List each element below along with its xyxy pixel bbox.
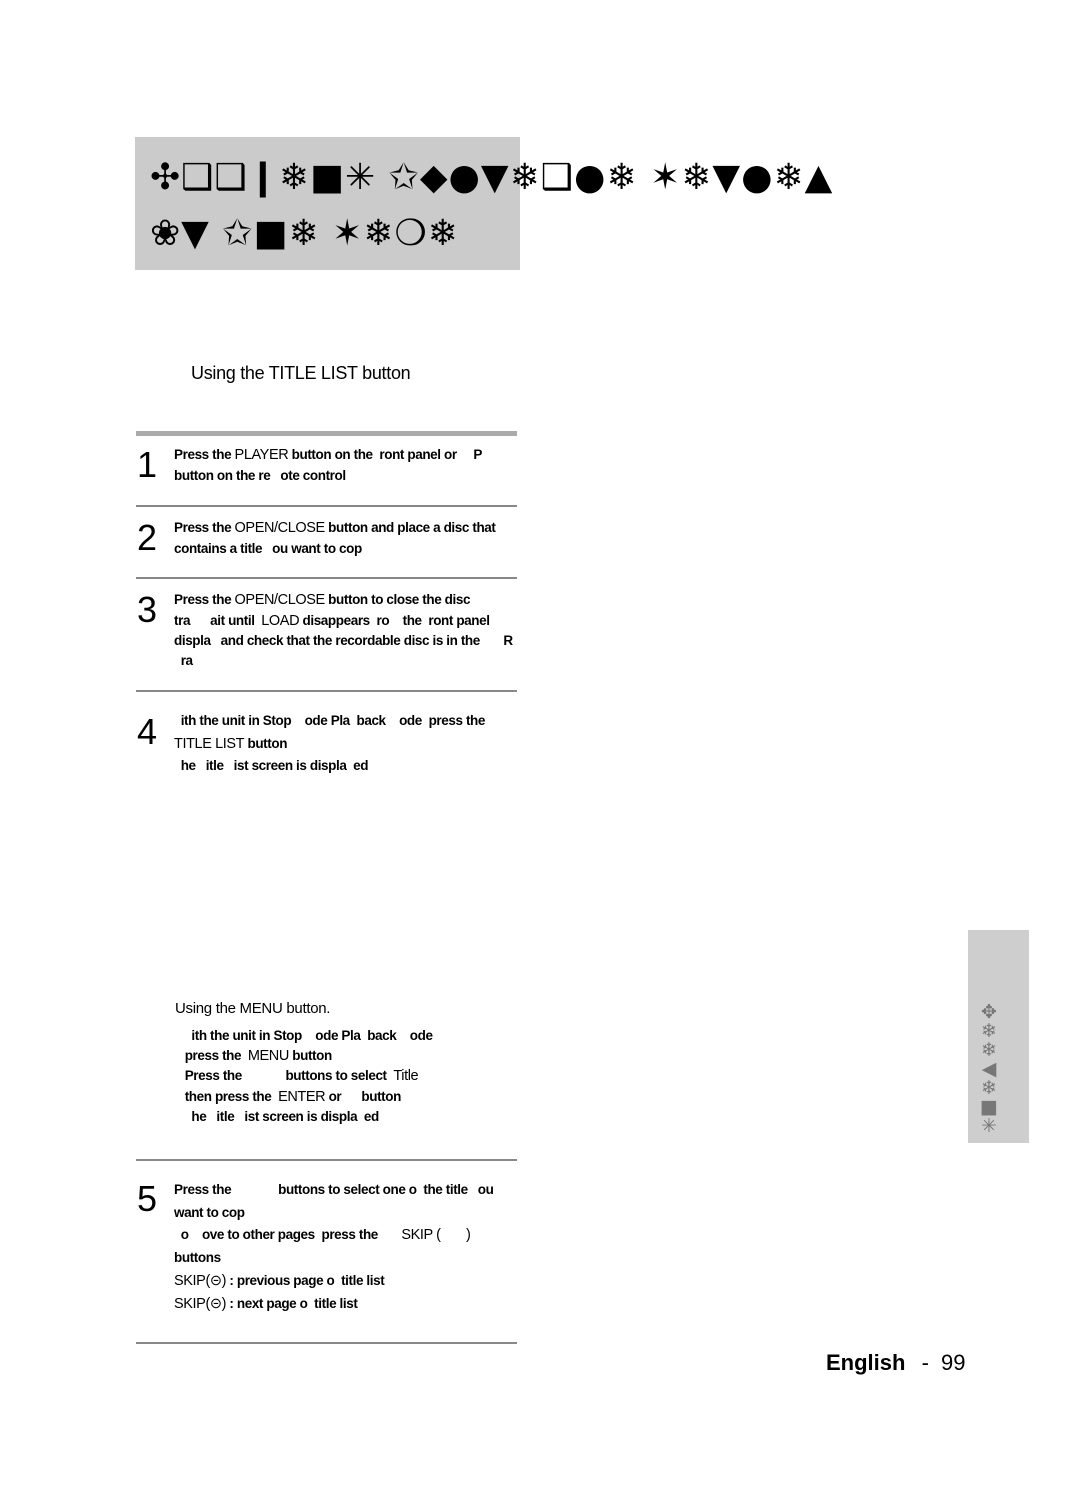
text-segment: disappears ro the ront panel xyxy=(299,612,491,628)
text-segment: button on the ront panel or P xyxy=(288,447,483,462)
button-name: Title xyxy=(393,1068,419,1084)
step-2-text: Press the OPEN/CLOSE button and place a … xyxy=(174,518,496,558)
text-line: want to cop xyxy=(174,1202,494,1225)
text-line: TITLE LIST button xyxy=(174,733,485,756)
text-segment: displa and check that the recordable dis… xyxy=(174,633,513,648)
text-segment: Press the xyxy=(174,520,235,535)
step-number: 5 xyxy=(137,1178,158,1219)
text-segment: want to cop xyxy=(174,1204,245,1220)
text-segment: buttons xyxy=(174,1250,221,1266)
text-segment: tra ait until xyxy=(174,612,262,628)
button-name: OPEN/CLOSE xyxy=(234,592,326,608)
step-number: 2 xyxy=(137,517,158,558)
text-line: ra xyxy=(174,651,513,671)
button-name: MENU xyxy=(247,1047,289,1064)
step-number: 3 xyxy=(137,589,158,630)
step-4-text: ith the unit in Stop ode Pla back ode pr… xyxy=(174,710,485,778)
text-segment: Press the xyxy=(174,592,235,607)
text-line: Press the PLAYER button on the ront pane… xyxy=(174,445,482,466)
text-segment: ra xyxy=(174,652,193,668)
step-number: 1 xyxy=(137,444,158,485)
text-segment: button to close the disc xyxy=(324,592,471,607)
footer-language: English xyxy=(826,1350,906,1375)
button-name: ENTER xyxy=(278,1088,326,1105)
manual-page: ✣❑❑❙❄■✳ ✩◆●▼❄❑●❄ ✶❄▼●❄▲ ❀▼ ✩■❄ ✶❄❍❄ Usin… xyxy=(0,0,1080,1487)
text-segment: button xyxy=(288,1047,332,1063)
text-line: he itle ist screen is displa ed xyxy=(178,1107,433,1127)
text-line: SKIP(⊝) : next page o title list xyxy=(174,1293,494,1316)
text-line: ith the unit in Stop ode Pla back ode pr… xyxy=(174,710,486,733)
text-line: then press the ENTER or button xyxy=(178,1087,433,1108)
text-segment: contains a title ou want to cop xyxy=(174,540,362,556)
divider xyxy=(136,1159,517,1161)
text-line: tra ait until LOAD disappears ro the ron… xyxy=(174,611,513,632)
text-segment: or button xyxy=(325,1088,402,1104)
text-segment: press the xyxy=(178,1047,248,1063)
text-segment: Press the xyxy=(174,447,235,462)
divider xyxy=(136,1342,517,1344)
text-line: Press the OPEN/CLOSE button to close the… xyxy=(174,590,513,611)
text-line: displa and check that the recordable dis… xyxy=(174,631,513,651)
text-line: Press the buttons to select Title xyxy=(178,1066,433,1087)
step-number: 4 xyxy=(137,711,158,752)
text-line: o ove to other pages press the SKIP ( ) xyxy=(174,1224,494,1247)
divider xyxy=(136,690,517,692)
page-number: 99 xyxy=(941,1350,966,1375)
button-name: SKIP ( ) xyxy=(401,1227,471,1244)
divider xyxy=(136,505,517,507)
text-segment: button on the re ote control xyxy=(174,467,346,483)
chapter-side-tab-label: ✥❄❄◀❄■✳ xyxy=(980,1001,998,1137)
text-segment: ith the unit in Stop ode Pla back ode xyxy=(178,1028,433,1043)
footer-separator: - xyxy=(921,1350,929,1375)
text-line: button on the re ote control xyxy=(174,466,482,486)
text-segment: : next page o title list xyxy=(226,1295,358,1311)
button-name: SKIP(⊝) xyxy=(174,1272,227,1289)
divider xyxy=(136,431,517,436)
section-heading-menu: Using the MENU button. xyxy=(175,1000,331,1017)
button-name: OPEN/CLOSE xyxy=(234,520,326,536)
text-segment: o ove to other pages press the xyxy=(174,1227,402,1243)
text-segment: then press the xyxy=(178,1088,279,1104)
text-line: Press the buttons to select one o the ti… xyxy=(174,1179,494,1202)
step-1-text: Press the PLAYER button on the ront pane… xyxy=(174,445,482,485)
menu-instructions: ith the unit in Stop ode Pla back ode pr… xyxy=(178,1026,433,1127)
text-line: buttons xyxy=(174,1247,494,1270)
text-line: contains a title ou want to cop xyxy=(174,539,496,559)
page-footer: English - 99 xyxy=(826,1350,966,1376)
button-name: TITLE LIST xyxy=(174,735,245,752)
section-heading-title-list: Using the TITLE LIST button xyxy=(191,363,411,383)
text-segment: he itle ist screen is displa ed xyxy=(178,1109,379,1124)
page-title-line-1: ✣❑❑❙❄■✳ ✩◆●▼❄❑●❄ ✶❄▼●❄▲ xyxy=(150,157,834,198)
text-line: SKIP(⊝) : previous page o title list xyxy=(174,1270,494,1293)
divider xyxy=(136,577,517,579)
step-3-text: Press the OPEN/CLOSE button to close the… xyxy=(174,590,513,670)
step-5-text: Press the buttons to select one o the ti… xyxy=(174,1179,494,1315)
button-name: SKIP(⊝) xyxy=(174,1295,227,1312)
button-name: PLAYER xyxy=(234,447,289,463)
text-line: Press the OPEN/CLOSE button and place a … xyxy=(174,518,496,539)
text-segment: button and place a disc that xyxy=(324,520,496,535)
text-line: he itle ist screen is displa ed xyxy=(174,755,485,778)
text-segment: button xyxy=(244,735,288,751)
text-line: ith the unit in Stop ode Pla back ode xyxy=(178,1026,433,1046)
text-segment: Press the buttons to select one o the ti… xyxy=(174,1182,494,1197)
text-segment: ith the unit in Stop ode Pla back ode pr… xyxy=(174,713,486,728)
text-segment: : previous page o title list xyxy=(226,1272,385,1288)
page-title-line-2: ❀▼ ✩■❄ ✶❄❍❄ xyxy=(150,213,459,254)
text-line: press the MENU button xyxy=(178,1046,433,1067)
text-segment: Press the buttons to select xyxy=(178,1068,394,1083)
button-name: LOAD xyxy=(261,612,300,629)
text-segment: he itle ist screen is displa ed xyxy=(174,758,369,773)
